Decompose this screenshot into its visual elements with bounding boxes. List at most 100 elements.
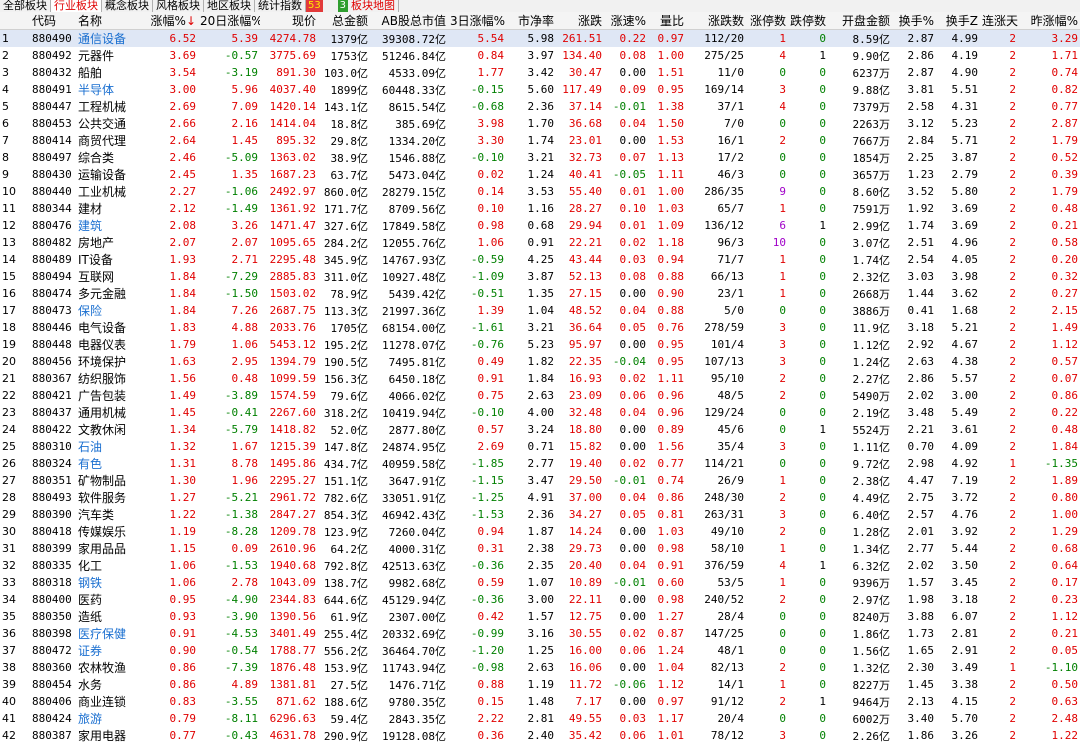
column-header-19[interactable]: 连涨天 <box>980 12 1018 30</box>
column-header-10[interactable]: 涨跌 <box>556 12 604 30</box>
column-header-15[interactable]: 跌停数 <box>788 12 828 30</box>
sector-name[interactable]: 石油 <box>76 438 146 455</box>
table-row[interactable]: 8 880497 综合类 2.46 -5.09 1363.02 38.9亿 1546.88亿 -… <box>0 149 1080 166</box>
table-row[interactable]: 10 880440 工业机械 2.27 -1.06 2492.97 860.0亿 28279.… <box>0 183 1080 200</box>
column-header-14[interactable]: 涨停数 <box>746 12 788 30</box>
column-header-16[interactable]: 开盘金额 <box>828 12 892 30</box>
sector-name[interactable]: 汽车类 <box>76 506 146 523</box>
sector-name[interactable]: 运输设备 <box>76 166 146 183</box>
table-row[interactable]: 30 880418 传媒娱乐 1.19 -8.28 1209.78 123.9亿 7260.0… <box>0 523 1080 540</box>
sector-name[interactable]: 家用电器 <box>76 727 146 744</box>
table-row[interactable]: 3 880432 船舶 3.54 -3.19 891.30 103.0亿 4533.09亿 1.… <box>0 64 1080 81</box>
sector-name[interactable]: 化工 <box>76 557 146 574</box>
column-header-3[interactable]: 涨幅%↓ <box>146 12 198 30</box>
table-row[interactable]: 35 880350 造纸 0.93 -3.90 1390.56 61.9亿 2307.00亿 0… <box>0 608 1080 625</box>
sector-name[interactable]: 有色 <box>76 455 146 472</box>
tab-2[interactable]: 概念板块 <box>102 0 153 12</box>
table-row[interactable]: 5 880447 工程机械 2.69 7.09 1420.14 143.1亿 8615.54亿… <box>0 98 1080 115</box>
table-row[interactable]: 7 880414 商贸代理 2.64 1.45 895.32 29.8亿 1334.20亿 3.… <box>0 132 1080 149</box>
table-row[interactable]: 14 880489 IT设备 1.93 2.71 2295.48 345.9亿 14767.9… <box>0 251 1080 268</box>
table-row[interactable]: 2 880492 元器件 3.69 -0.57 3775.69 1753亿 51246.84亿… <box>0 47 1080 64</box>
table-row[interactable]: 16 880474 多元金融 1.84 -1.50 1503.02 78.9亿 5439.42… <box>0 285 1080 302</box>
sector-name[interactable]: 房地产 <box>76 234 146 251</box>
table-row[interactable]: 15 880494 互联网 1.84 -7.29 2885.83 311.0亿 10927.4… <box>0 268 1080 285</box>
tab-1[interactable]: 行业板块 <box>51 0 102 12</box>
table-row[interactable]: 4 880491 半导体 3.00 5.96 4037.40 1899亿 60448.33亿 -… <box>0 81 1080 98</box>
table-row[interactable]: 37 880472 证券 0.90 -0.54 1788.77 556.2亿 36464.70… <box>0 642 1080 659</box>
sector-name[interactable]: IT设备 <box>76 251 146 268</box>
sector-name[interactable]: 钢铁 <box>76 574 146 591</box>
sector-name[interactable]: 商业连锁 <box>76 693 146 710</box>
sector-name[interactable]: 建材 <box>76 200 146 217</box>
column-header-4[interactable]: 20日涨幅% <box>198 12 260 30</box>
column-header-9[interactable]: 市净率 <box>506 12 556 30</box>
table-row[interactable]: 17 880473 保险 1.84 7.26 2687.75 113.3亿 21997.36亿… <box>0 302 1080 319</box>
sector-name[interactable]: 证券 <box>76 642 146 659</box>
sector-name[interactable]: 多元金融 <box>76 285 146 302</box>
table-row[interactable]: 21 880367 纺织服饰 1.56 0.48 1099.59 156.3亿 6450.18… <box>0 370 1080 387</box>
table-row[interactable]: 20 880456 环境保护 1.63 2.95 1394.79 190.5亿 7495.81… <box>0 353 1080 370</box>
table-row[interactable]: 39 880454 水务 0.86 4.89 1381.81 27.5亿 1476.71亿 0.… <box>0 676 1080 693</box>
table-row[interactable]: 22 880421 广告包装 1.49 -3.89 1574.59 79.6亿 4066.02… <box>0 387 1080 404</box>
column-header-6[interactable]: 总金额 <box>318 12 370 30</box>
sector-name[interactable]: 综合类 <box>76 149 146 166</box>
sector-name[interactable]: 电气设备 <box>76 319 146 336</box>
sector-name[interactable]: 医药 <box>76 591 146 608</box>
sector-name[interactable]: 家用品品 <box>76 540 146 557</box>
table-row[interactable]: 41 880424 旅游 0.79 -8.11 6296.63 59.4亿 2843.35亿 2… <box>0 710 1080 727</box>
sector-name[interactable]: 医疗保健 <box>76 625 146 642</box>
sector-name[interactable]: 船舶 <box>76 64 146 81</box>
table-row[interactable]: 27 880351 矿物制品 1.30 1.96 2295.27 151.1亿 3647.91… <box>0 472 1080 489</box>
sector-name[interactable]: 旅游 <box>76 710 146 727</box>
table-row[interactable]: 26 880324 有色 1.31 8.78 1495.86 434.7亿 40959.58亿… <box>0 455 1080 472</box>
sector-name[interactable]: 保险 <box>76 302 146 319</box>
column-header-18[interactable]: 换手Z <box>936 12 980 30</box>
tab-5[interactable]: 统计指数 <box>255 0 306 12</box>
sector-name[interactable]: 矿物制品 <box>76 472 146 489</box>
sector-name[interactable]: 通用机械 <box>76 404 146 421</box>
column-header-2[interactable]: 名称 <box>76 12 146 30</box>
column-header-11[interactable]: 涨速% <box>604 12 648 30</box>
table-row[interactable]: 12 880476 建筑 2.08 3.26 1471.47 327.6亿 17849.58亿… <box>0 217 1080 234</box>
sector-name[interactable]: 建筑 <box>76 217 146 234</box>
table-row[interactable]: 29 880390 汽车类 1.22 -1.38 2847.27 854.3亿 46942.4… <box>0 506 1080 523</box>
column-header-5[interactable]: 现价 <box>260 12 318 30</box>
column-header-20[interactable]: 昨涨幅% <box>1018 12 1080 30</box>
table-row[interactable]: 40 880406 商业连锁 0.83 -3.55 871.62 188.6亿 9780.35… <box>0 693 1080 710</box>
table-row[interactable]: 6 880453 公共交通 2.66 2.16 1414.04 18.8亿 385.69亿 3.… <box>0 115 1080 132</box>
sector-name[interactable]: 文教休闲 <box>76 421 146 438</box>
tab-sector-map[interactable]: 板块地图 <box>348 0 399 12</box>
table-row[interactable]: 34 880400 医药 0.95 -4.90 2344.83 644.6亿 45129.94… <box>0 591 1080 608</box>
table-row[interactable]: 28 880493 软件服务 1.27 -5.21 2961.72 782.6亿 33051.… <box>0 489 1080 506</box>
sector-name[interactable]: 软件服务 <box>76 489 146 506</box>
sector-name[interactable]: 元器件 <box>76 47 146 64</box>
table-row[interactable]: 31 880399 家用品品 1.15 0.09 2610.96 64.2亿 4000.31亿… <box>0 540 1080 557</box>
sector-name[interactable]: 公共交通 <box>76 115 146 132</box>
sector-name[interactable]: 农林牧渔 <box>76 659 146 676</box>
table-row[interactable]: 25 880310 石油 1.32 1.67 1215.39 147.8亿 24874.95亿… <box>0 438 1080 455</box>
sector-name[interactable]: 互联网 <box>76 268 146 285</box>
table-row[interactable]: 32 880335 化工 1.06 -1.53 1940.68 792.8亿 42513.63… <box>0 557 1080 574</box>
table-row[interactable]: 33 880318 钢铁 1.06 2.78 1043.09 138.7亿 9982.68亿 0… <box>0 574 1080 591</box>
table-row[interactable]: 19 880448 电器仪表 1.79 1.06 5453.12 195.2亿 11278.0… <box>0 336 1080 353</box>
sector-name[interactable]: 纺织服饰 <box>76 370 146 387</box>
column-header-7[interactable]: AB股总市值 <box>370 12 448 30</box>
table-row[interactable]: 42 880387 家用电器 0.77 -0.43 4631.78 290.9亿 19128.… <box>0 727 1080 744</box>
column-header-17[interactable]: 换手% <box>892 12 936 30</box>
table-row[interactable]: 36 880398 医疗保健 0.91 -4.53 3401.49 255.4亿 20332.… <box>0 625 1080 642</box>
sector-name[interactable]: 工程机械 <box>76 98 146 115</box>
column-header-13[interactable]: 涨跌数 <box>686 12 746 30</box>
sector-name[interactable]: 通信设备 <box>76 29 146 47</box>
column-header-8[interactable]: 3日涨幅% <box>448 12 506 30</box>
sector-name[interactable]: 广告包装 <box>76 387 146 404</box>
table-row[interactable]: 24 880422 文教休闲 1.34 -5.79 1418.82 52.0亿 2877.80… <box>0 421 1080 438</box>
table-row[interactable]: 13 880482 房地产 2.07 2.07 1095.65 284.2亿 12055.76… <box>0 234 1080 251</box>
column-header-12[interactable]: 量比 <box>648 12 686 30</box>
sector-name[interactable]: 电器仪表 <box>76 336 146 353</box>
sector-name[interactable]: 传媒娱乐 <box>76 523 146 540</box>
column-header-1[interactable]: 代码 <box>30 12 76 30</box>
sector-name[interactable]: 水务 <box>76 676 146 693</box>
sector-name[interactable]: 半导体 <box>76 81 146 98</box>
table-row[interactable]: 18 880446 电气设备 1.83 4.88 2033.76 1705亿 68154.00… <box>0 319 1080 336</box>
tab-4[interactable]: 地区板块 <box>204 0 255 12</box>
